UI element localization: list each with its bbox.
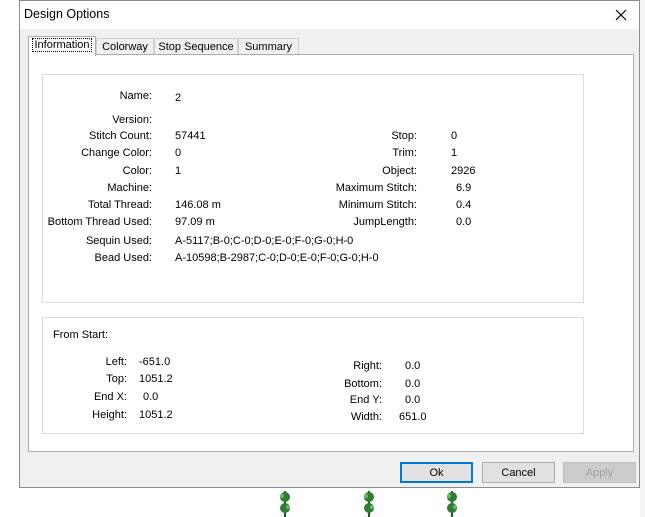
tab-information[interactable]: Information (28, 36, 96, 56)
bead-used-value: A-10598;B-2987;C-0;D-0;E-0;F-0;G-0;H-0 (175, 252, 379, 264)
dialog-title: Design Options (24, 7, 110, 21)
color-value: 1 (175, 165, 182, 177)
end-x-value: 0.0 (143, 391, 159, 403)
change-color-value: 0 (175, 147, 182, 159)
stop-value: 0 (451, 130, 458, 142)
information-panel: Name: 2 Version: Stitch Count: 57441 Cha… (28, 54, 634, 452)
right-value: 0.0 (405, 360, 421, 372)
jump-length-value: 0.0 (456, 216, 472, 228)
maximum-stitch-value: 6.9 (456, 182, 472, 194)
bottom-value: 0.0 (405, 378, 421, 390)
total-thread-label: Total Thread: (87, 199, 152, 211)
tab-stop-sequence[interactable]: Stop Sequence (154, 38, 238, 55)
right-label: Right: (353, 360, 382, 372)
ok-button[interactable]: Ok (400, 462, 473, 483)
cancel-button[interactable]: Cancel (482, 462, 555, 483)
sequin-used-label: Sequin Used: (85, 235, 152, 247)
total-thread-value: 146.08 m (175, 199, 221, 211)
tab-colorway[interactable]: Colorway (96, 38, 154, 55)
width-value: 651.0 (399, 411, 427, 423)
end-x-label: End X: (93, 391, 127, 403)
jump-length-label: JumpLength: (353, 216, 417, 228)
top-value: 1051.2 (139, 373, 173, 385)
from-start-group: From Start: Left: -651.0 Top: 1051.2 End… (42, 317, 584, 434)
left-label: Left: (105, 356, 127, 368)
object-value: 2926 (451, 165, 476, 177)
bottom-label: Bottom: (344, 378, 382, 390)
close-icon (615, 9, 627, 21)
top-label: Top: (106, 373, 127, 385)
stitch-count-label: Stitch Count: (89, 130, 152, 142)
change-color-label: Change Color: (81, 147, 152, 159)
design-options-dialog: Design Options Information Colorway Stop… (19, 0, 640, 488)
embroidery-plant-icon (280, 491, 290, 517)
bead-used-label: Bead Used: (94, 252, 152, 264)
stop-label: Stop: (391, 130, 417, 142)
stitch-count-value: 57441 (175, 130, 206, 142)
height-value: 1051.2 (139, 409, 173, 421)
sequin-used-value: A-5117;B-0;C-0;D-0;E-0;F-0;G-0;H-0 (175, 235, 354, 247)
minimum-stitch-label: Minimum Stitch: (338, 199, 417, 211)
machine-label: Machine: (107, 182, 152, 194)
height-label: Height: (92, 409, 127, 421)
name-value: 2 (175, 92, 182, 104)
bottom-thread-label: Bottom Thread Used: (47, 216, 152, 228)
color-label: Color: (122, 165, 152, 177)
minimum-stitch-value: 0.4 (456, 199, 472, 211)
tab-summary[interactable]: Summary (238, 38, 299, 55)
name-label: Name: (119, 90, 152, 102)
embroidery-plant-icon (364, 491, 374, 517)
title-bar: Design Options (20, 1, 639, 29)
width-label: Width: (350, 411, 382, 423)
object-label: Object: (382, 165, 417, 177)
trim-value: 1 (451, 147, 458, 159)
maximum-stitch-label: Maximum Stitch: (335, 182, 417, 194)
from-start-heading: From Start: (53, 329, 109, 341)
left-value: -651.0 (139, 356, 171, 368)
design-info-group: Name: 2 Version: Stitch Count: 57441 Cha… (42, 74, 584, 303)
background-window (640, 0, 645, 517)
end-y-value: 0.0 (405, 394, 421, 406)
embroidery-plant-icon (447, 491, 457, 517)
bottom-thread-value: 97.09 m (175, 216, 215, 228)
version-label: Version: (112, 114, 152, 126)
apply-button[interactable]: Apply (563, 462, 636, 483)
close-button[interactable] (611, 5, 631, 25)
end-y-label: End Y: (349, 394, 382, 406)
trim-label: Trim: (392, 147, 417, 159)
